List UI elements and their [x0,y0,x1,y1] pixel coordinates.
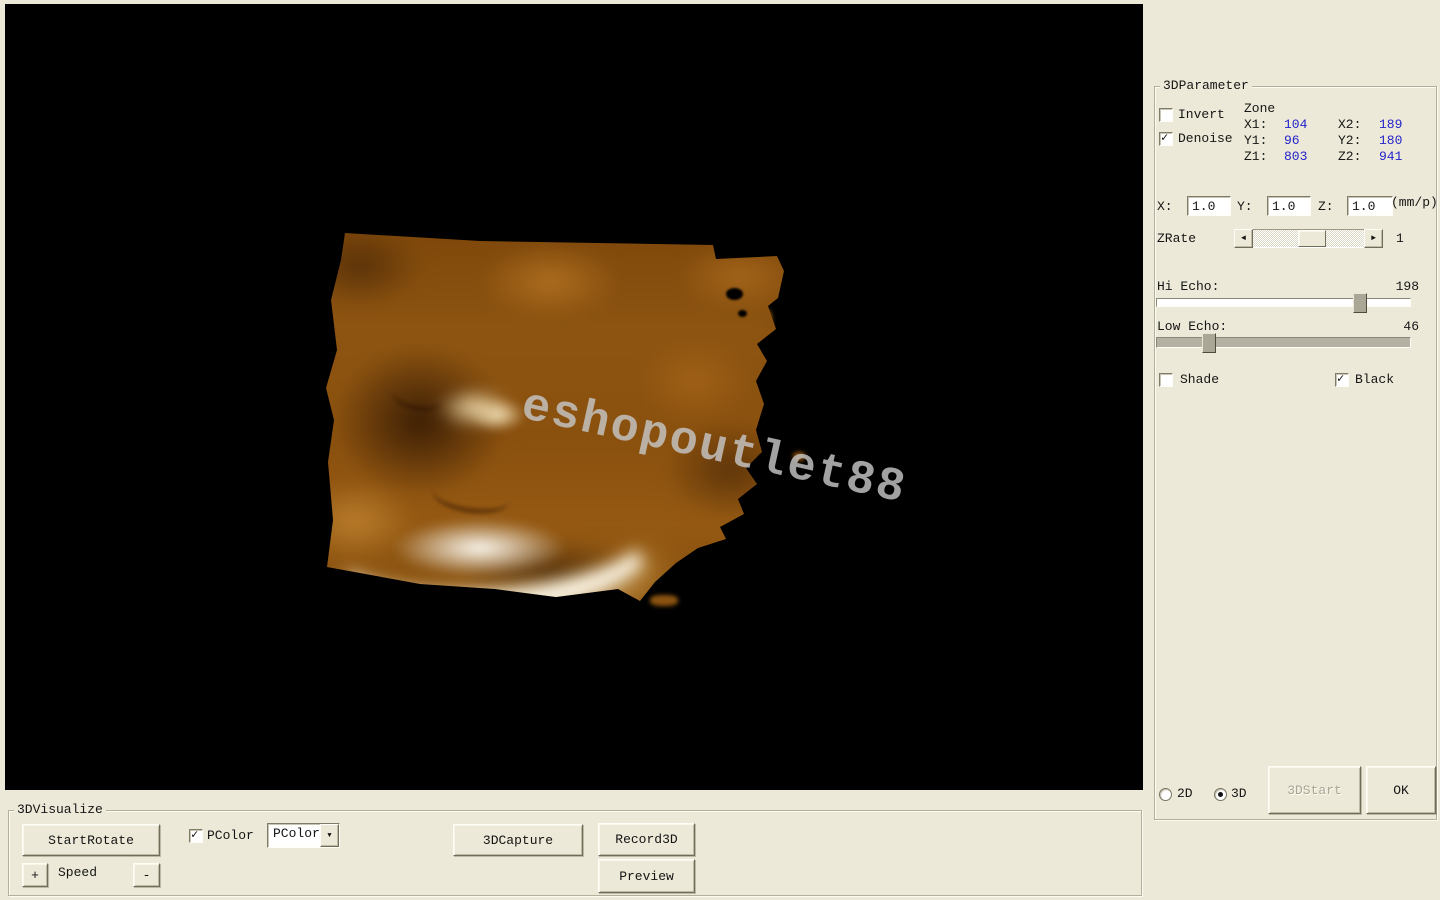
zrate-label: ZRate [1157,231,1196,246]
check-icon: ✓ [1337,371,1344,386]
speed-label: Speed [58,865,97,880]
pcolor-label: PColor [207,828,254,843]
scale-y-input[interactable] [1267,196,1311,216]
invert-label: Invert [1178,107,1225,122]
scale-unit-label: (mm/p) [1391,195,1438,210]
scale-y-label: Y: [1237,199,1253,214]
scale-z-label: Z: [1318,199,1334,214]
zone-z1-label: Z1: [1244,149,1267,164]
scale-x-label: X: [1157,199,1173,214]
black-label: Black [1355,372,1394,387]
zone-y2-value: 180 [1379,133,1402,148]
zone-x2-label: X2: [1338,117,1361,132]
hi-echo-value: 198 [1396,279,1419,294]
start-rotate-button[interactable]: StartRotate [22,824,160,856]
zone-x1-value: 104 [1284,117,1307,132]
mode-3d-radio[interactable] [1214,788,1227,801]
chevron-down-icon: ▼ [327,832,331,840]
black-checkbox[interactable]: ✓ [1335,373,1349,387]
hi-echo-slider-thumb[interactable] [1353,293,1367,313]
zrate-value: 1 [1396,231,1404,246]
hi-echo-label: Hi Echo: [1157,279,1219,294]
zone-y2-label: Y2: [1338,133,1361,148]
shade-label: Shade [1180,372,1219,387]
low-echo-slider-thumb[interactable] [1202,333,1216,353]
app-window: { "viewport": { "watermark": "eshopoutle… [0,0,1440,900]
zone-y1-value: 96 [1284,133,1300,148]
radio-selected-dot [1218,792,1223,797]
scale-z-input[interactable] [1347,196,1393,216]
zone-y1-label: Y1: [1244,133,1267,148]
start3d-button[interactable]: 3DStart [1268,766,1361,814]
mode-3d-label: 3D [1231,786,1247,801]
preview-button[interactable]: Preview [598,859,695,893]
check-icon: ✓ [1161,130,1168,145]
parameter-groupbox: 3DParameter Invert ✓ Denoise Zone X1: 10… [1154,86,1437,820]
low-echo-slider-track[interactable] [1156,337,1411,348]
group-title: 3DParameter [1160,78,1252,94]
zone-x2-value: 189 [1379,117,1402,132]
scroll-right-button[interactable]: ► [1364,229,1383,248]
pcolor-dropdown-value: PColor [268,824,320,847]
shade-checkbox[interactable] [1159,373,1173,387]
zone-x1-label: X1: [1244,117,1267,132]
capture-button[interactable]: 3DCapture [453,824,583,856]
ok-button[interactable]: OK [1366,766,1436,814]
visualize-groupbox: 3DVisualize StartRotate + Speed - ✓ PCol… [8,810,1142,896]
image-speckle [763,310,772,332]
image-speckle [738,310,747,317]
low-echo-value: 46 [1403,319,1419,334]
denoise-label: Denoise [1178,131,1233,146]
scroll-left-button[interactable]: ◄ [1234,229,1253,248]
pcolor-dropdown[interactable]: PColor ▼ [267,823,340,848]
arrow-left-icon: ◄ [1241,234,1246,243]
check-icon: ✓ [191,827,198,842]
hi-echo-slider-track[interactable] [1156,298,1411,307]
zone-title: Zone [1244,101,1275,116]
render-viewport[interactable]: eshopoutlet88 [5,4,1143,790]
zrate-scrollbar[interactable]: ◄ ► [1234,229,1383,246]
zrate-scroll-track[interactable] [1253,229,1364,248]
dropdown-arrow-button[interactable]: ▼ [320,824,339,847]
low-echo-label: Low Echo: [1157,319,1227,334]
record-button[interactable]: Record3D [598,823,695,856]
zone-z2-value: 941 [1379,149,1402,164]
invert-checkbox[interactable] [1159,108,1173,122]
arrow-right-icon: ► [1371,234,1376,243]
zone-z2-label: Z2: [1338,149,1361,164]
image-speckle [726,288,743,300]
zone-z1-value: 803 [1284,149,1307,164]
mode-2d-radio[interactable] [1159,788,1172,801]
image-speckle [650,595,678,606]
bright-hotspot [392,519,567,577]
scale-x-input[interactable] [1187,196,1231,216]
pcolor-checkbox[interactable]: ✓ [189,829,203,843]
group-title: 3DVisualize [14,802,106,818]
zrate-scroll-thumb[interactable] [1298,230,1326,247]
speed-plus-button[interactable]: + [22,863,48,887]
speed-minus-button[interactable]: - [133,863,160,887]
denoise-checkbox[interactable]: ✓ [1159,132,1173,146]
mode-2d-label: 2D [1177,786,1193,801]
